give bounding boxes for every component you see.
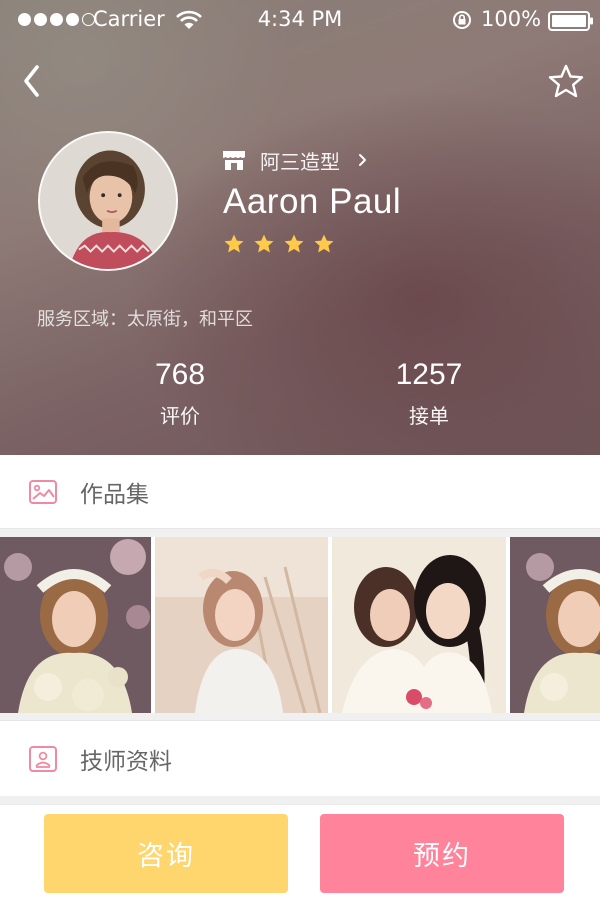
store-icon	[223, 151, 245, 170]
chevron-right-icon	[359, 154, 366, 166]
consult-button[interactable]: 咨询	[44, 814, 288, 893]
reviews-count: 768	[154, 358, 206, 391]
profile-header: Carrier 4:34 PM 100% 阿三造型 Aaron Paul 服务区…	[0, 0, 600, 455]
service-area: 服务区域：太原街，和平区	[37, 309, 253, 330]
portfolio-photo[interactable]	[0, 537, 151, 713]
avatar-photo	[40, 133, 176, 269]
orders-label: 接单	[409, 404, 449, 428]
chevron-left-icon[interactable]	[18, 62, 46, 100]
portfolio-label: 作品集	[80, 481, 149, 508]
star-rating	[223, 233, 335, 255]
portfolio-gallery[interactable]	[0, 537, 600, 713]
stat-reviews[interactable]: 768 评价	[100, 358, 260, 429]
reviews-label: 评价	[160, 404, 200, 428]
portfolio-photo[interactable]	[155, 537, 328, 713]
star-filled-icon	[314, 234, 334, 253]
battery-icon	[548, 11, 593, 31]
id-card-icon	[29, 745, 57, 772]
shop-link[interactable]: 阿三造型	[222, 147, 368, 174]
portfolio-photo[interactable]	[332, 537, 506, 713]
image-icon	[29, 479, 57, 504]
avatar	[38, 131, 178, 271]
rotation-lock-icon	[453, 11, 471, 29]
star-filled-icon	[224, 234, 244, 253]
status-bar: Carrier 4:34 PM 100%	[0, 0, 600, 40]
action-bar: 咨询 预约	[0, 804, 600, 900]
technician-name: Aaron Paul	[223, 182, 402, 221]
star-filled-icon	[254, 234, 274, 253]
stat-orders[interactable]: 1257 接单	[349, 358, 509, 429]
portfolio-section-header[interactable]: 作品集	[0, 455, 600, 529]
battery-percent: 100%	[481, 7, 542, 31]
star-filled-icon	[284, 234, 304, 253]
technician-info-label: 技师资料	[80, 748, 172, 775]
technician-info-row[interactable]: 技师资料	[0, 720, 600, 796]
book-button[interactable]: 预约	[320, 814, 564, 893]
orders-count: 1257	[395, 358, 463, 391]
star-outline-icon[interactable]	[547, 63, 585, 99]
portfolio-photo[interactable]	[510, 537, 600, 713]
shop-name: 阿三造型	[260, 149, 340, 174]
